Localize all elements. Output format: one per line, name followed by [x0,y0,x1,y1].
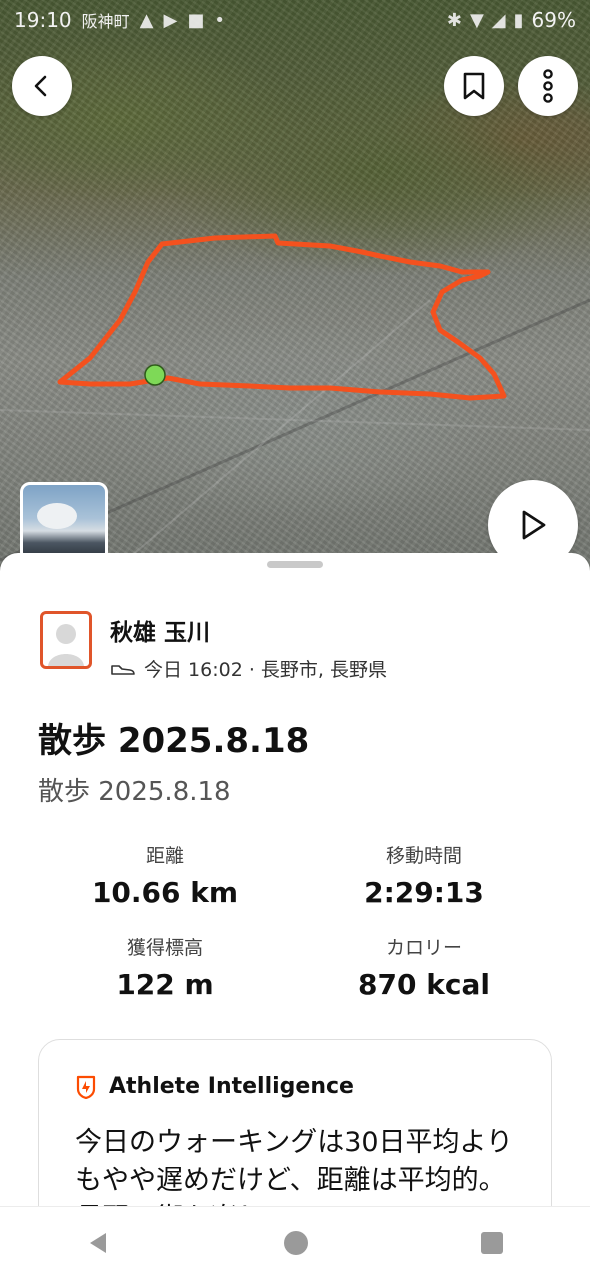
shoe-icon [111,664,135,675]
stat-moving-time: 移動時間 2:29:13 [294,841,554,909]
nav-recents-icon[interactable] [480,1231,504,1255]
chevron-left-icon [34,75,47,97]
stat-label: カロリー [385,937,462,959]
more-options-button[interactable] [518,56,578,116]
activity-title: 散歩 2025.8.18 [38,721,310,761]
athlete-header[interactable]: 秋雄 玉川 今日 16:02 · 長野市, 長野県 [40,611,387,682]
nav-back-icon[interactable] [86,1230,112,1256]
warning-icon: ▲ [139,9,154,31]
stat-distance: 距離 10.66 km [35,841,295,909]
battery-percent: 69% [531,8,576,32]
bluetooth-icon: ✱ [446,9,462,31]
activity-photo-thumbnail[interactable] [20,482,108,562]
bookmark-button[interactable] [444,56,504,116]
nav-home-icon[interactable] [283,1230,309,1256]
avatar[interactable] [40,611,92,669]
status-bar: 19:10 阪神町 ▲ ▶ ■ • ✱ ▼ ◢ ▮ 69% [0,0,590,40]
activity-meta: 今日 16:02 · 長野市, 長野県 [144,659,387,681]
bookmark-icon [463,72,485,100]
stat-value: 10.66 km [91,876,239,909]
map-view[interactable]: 19:10 阪神町 ▲ ▶ ■ • ✱ ▼ ◢ ▮ 69% [0,0,590,600]
stat-calories: カロリー 870 kcal [294,933,554,1001]
youtube-icon: ▶ [163,9,178,31]
stat-label: 距離 [145,845,184,867]
back-button[interactable] [12,56,72,116]
start-marker [144,364,166,386]
athlete-name[interactable]: 秋雄 玉川 [110,613,387,647]
stat-value: 870 kcal [358,968,490,1001]
status-time: 19:10 [14,8,72,32]
system-navigation-bar [0,1206,590,1279]
athlete-intelligence-card[interactable]: Athlete Intelligence 今日のウォーキングは30日平均よりもや… [38,1039,552,1213]
road-line [0,409,590,431]
athlete-intelligence-text: 今日のウォーキングは30日平均よりもやや遅めだけど、距離は平均的。長野の街を楽し [75,1127,514,1213]
stat-value: 2:29:13 [364,876,484,909]
activity-route [57,233,507,401]
athlete-intelligence-icon [76,1075,96,1099]
photo-cloud [37,503,77,529]
dot-icon: • [214,9,225,31]
sheet-drag-handle[interactable] [267,561,323,568]
default-avatar-icon [48,624,84,666]
stat-label: 移動時間 [385,845,462,867]
wifi-icon: ▼ [469,9,484,31]
athlete-intelligence-title: Athlete Intelligence [109,1074,354,1099]
stat-elevation: 獲得標高 122 m [35,933,295,1001]
battery-icon: ▮ [513,9,524,31]
activity-description: 散歩 2025.8.18 [38,777,231,807]
activity-detail-sheet[interactable]: 秋雄 玉川 今日 16:02 · 長野市, 長野県 散歩 2025.8.18 散… [0,553,590,1213]
stat-label: 獲得標高 [126,937,203,959]
signal-icon: ◢ [491,9,506,31]
status-location: 阪神町 [81,12,130,31]
app-icon: ■ [187,9,205,31]
more-vertical-icon [543,69,553,103]
play-icon [522,510,546,540]
stat-value: 122 m [116,968,214,1001]
